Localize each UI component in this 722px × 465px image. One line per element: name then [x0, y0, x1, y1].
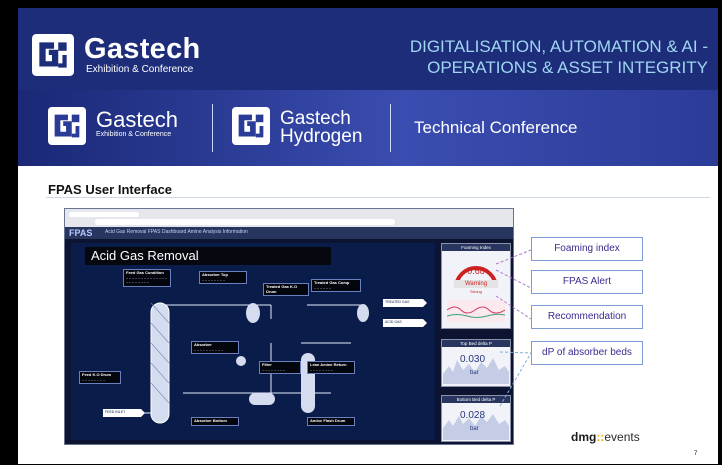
bottom-bed-value: 0.028: [460, 410, 486, 421]
gastech-logo-icon: [48, 107, 86, 145]
acid-gas-arrow: ACID GAS: [385, 320, 402, 324]
foaming-index-card: Foaming Index 0.68 Warning Strong: [441, 243, 511, 329]
filter-label: Filter: [262, 362, 272, 367]
absorber-bottom-box: Absorber Bottom: [191, 417, 239, 426]
callout-recommendation: Recommendation: [531, 305, 643, 329]
section-rule: [46, 197, 710, 198]
divider: [390, 104, 391, 152]
amine-flash-label: Amine Flash Drum: [310, 418, 346, 423]
bottom-bed-unit: bar: [470, 426, 479, 432]
top-bed-card: Top Bed delta P 0.030 bar: [441, 339, 511, 387]
absorber-top-label: Absorber Top: [202, 272, 228, 277]
feed-inlet-arrow: FEED INLET: [105, 410, 126, 414]
feed-gas-label: Feed Gas Condition: [126, 270, 164, 275]
callout-foaming-index: Foaming index: [531, 237, 643, 261]
dmg-events-logo: dmg::events: [571, 430, 640, 444]
page-number: 7: [694, 451, 698, 457]
band-brand-gastech: Gastech Exhibition & Conference: [96, 107, 178, 139]
session-title-line2: OPERATIONS & ASSET INTEGRITY: [427, 58, 708, 77]
conference-band: Gastech Exhibition & Conference Gastech …: [18, 90, 718, 166]
brand: Gastech Exhibition & Conference: [84, 34, 201, 75]
brand-subtitle: Exhibition & Conference: [86, 64, 194, 75]
brand-name: Gastech: [84, 33, 201, 65]
slide: Gastech Exhibition & Conference DIGITALI…: [18, 8, 718, 464]
feed-ko-box: Feed K.O Drum – – – – – – – –: [79, 371, 121, 385]
right-panel: Foaming Index 0.68 Warning Strong Top Be…: [441, 243, 511, 442]
callout-dp-absorber-beds: dP of absorber beds: [531, 341, 643, 365]
hydrogen-line2: Hydrogen: [280, 126, 363, 147]
technical-conference: Technical Conference: [414, 118, 578, 137]
app-logo: FPAS: [69, 228, 93, 238]
callout-fpas-alert: FPAS Alert: [531, 270, 643, 294]
top-bed-value: 0.030: [460, 354, 486, 365]
bottom-bed-title: Bottom Bed delta P: [442, 396, 510, 403]
absorber-box: Absorber – – – – – – – – – –: [191, 341, 239, 355]
app-navbar: FPAS Acid Gas Removal FPAS Dashboard Ami…: [65, 227, 513, 239]
divider: [212, 104, 213, 152]
session-title-line1: DIGITALISATION, AUTOMATION & AI -: [409, 37, 708, 56]
foaming-index-value: 0.68: [467, 266, 485, 276]
band-brand-hydrogen: Gastech Hydrogen: [280, 109, 363, 147]
address-bar: [95, 219, 395, 225]
treated-gas-comp-box: Treated Gas Comp – – – – – –: [311, 279, 361, 293]
header-bar: Gastech Exhibition & Conference DIGITALI…: [18, 8, 718, 90]
absorber-top-box: Absorber Top – – – – – – – –: [199, 271, 247, 285]
top-bed-unit: bar: [470, 370, 479, 376]
amine-flash-box: Amine Flash Drum: [307, 417, 355, 426]
gastech-hydrogen-logo-icon: [232, 107, 270, 145]
foaming-sub: Strong: [470, 289, 482, 294]
top-bed-title: Top Bed delta P: [442, 340, 510, 347]
lean-amine-box: Lean Amine Return – – – – – – – –: [307, 361, 355, 375]
treated-gas-ko-label: Treated Gas K.O Drum: [266, 284, 298, 294]
browser-tab: [69, 212, 139, 217]
fpas-app: FPAS Acid Gas Removal FPAS Dashboard Ami…: [65, 227, 513, 444]
process-diagram: Acid Gas Removal Feed Gas Condition – – …: [71, 243, 435, 440]
treated-gas-arrow: TREATED GAS: [385, 300, 410, 304]
foaming-index-title: Foaming Index: [442, 244, 510, 251]
session-title: DIGITALISATION, AUTOMATION & AI - OPERAT…: [410, 36, 708, 78]
gastech-logo-icon: [32, 34, 74, 76]
absorber-label: Absorber: [194, 342, 212, 347]
bottom-bed-card: Bottom Bed delta P 0.028 bar: [441, 395, 511, 442]
feed-gas-box: Feed Gas Condition – – – – – – – – – – –…: [123, 269, 171, 287]
lean-amine-label: Lean Amine Return: [310, 362, 347, 367]
events-text: events: [604, 430, 640, 444]
feed-ko-label: Feed K.O Drum: [82, 372, 112, 377]
recommendation-chart-icon: [447, 300, 505, 322]
band-brand-sub: Exhibition & Conference: [96, 131, 172, 138]
fpas-screenshot: FPAS Acid Gas Removal FPAS Dashboard Ami…: [64, 208, 514, 445]
treated-gas-comp-label: Treated Gas Comp: [314, 280, 350, 285]
section-title: FPAS User Interface: [48, 182, 173, 197]
treated-gas-ko-box: Treated Gas K.O Drum: [263, 283, 309, 297]
band-brand-name: Gastech: [96, 107, 178, 132]
absorber-bottom-label: Absorber Bottom: [194, 418, 227, 423]
app-nav: Acid Gas Removal FPAS Dashboard Amine An…: [105, 229, 248, 235]
browser-chrome: [65, 209, 513, 227]
dmg-text: dmg: [571, 430, 597, 444]
warning-badge: Warning: [454, 280, 498, 288]
filter-box: Filter – – – – – – – –: [259, 361, 301, 375]
